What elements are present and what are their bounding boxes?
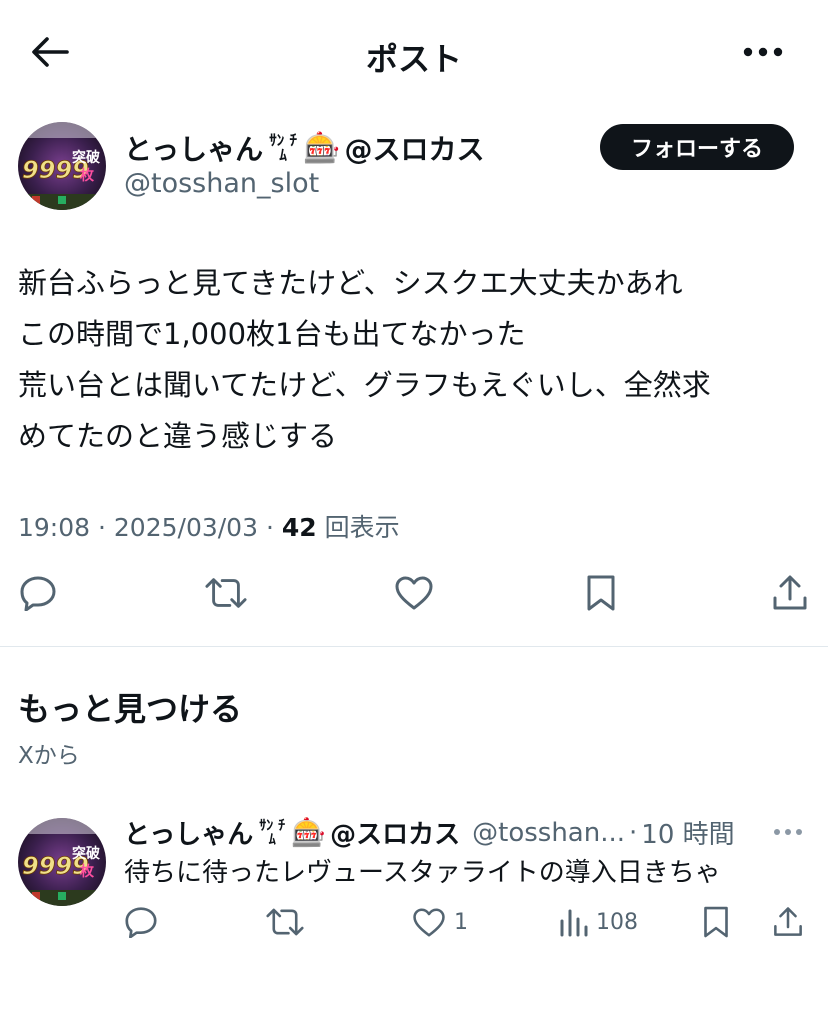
heart-icon <box>413 907 445 937</box>
separator: · <box>98 513 106 542</box>
name-badge: ｻﾝ ﾁﾑ <box>259 817 286 848</box>
related-post-header[interactable]: とっしゃん ｻﾝ ﾁﾑ 🎰 @スロカス @tosshan... · 10 時間 <box>124 814 735 851</box>
repost-icon <box>266 908 304 936</box>
post-text-line: 荒い台とは聞いてたけど、グラフもえぐいし、全然求 <box>18 368 711 402</box>
bookmark-icon <box>704 906 728 938</box>
related-post-text[interactable]: 待ちに待ったレヴュースタァライトの導入日きちゃ <box>124 852 721 889</box>
post-time[interactable]: 19:08 <box>18 513 90 542</box>
display-name-text: とっしゃん <box>124 820 254 850</box>
share-icon <box>774 907 802 936</box>
svg-text:突破: 突破 <box>72 845 100 862</box>
related-views-button[interactable]: 108 <box>558 902 638 942</box>
related-handle: @tosshan... <box>472 817 626 848</box>
more-horizontal-icon <box>743 47 783 57</box>
related-more-button[interactable] <box>770 820 806 844</box>
post-text: 新台ふらっと見てきたけど、シスクエ大丈夫かあれ この時間で1,000枚1台も出て… <box>18 258 808 462</box>
views-count: 42 <box>281 513 317 542</box>
related-reply-button[interactable] <box>124 902 158 942</box>
reply-icon <box>20 576 56 611</box>
display-name-suffix: @スロカス <box>344 133 485 166</box>
separator: · <box>629 817 638 848</box>
bookmark-icon <box>587 575 615 611</box>
display-name-suffix: @スロカス <box>330 820 461 850</box>
like-count: 1 <box>454 909 468 935</box>
display-name-text: とっしゃん <box>124 133 264 166</box>
bookmark-button[interactable] <box>580 572 622 614</box>
related-time: 10 時間 <box>641 820 735 850</box>
views-label: 回表示 <box>324 513 400 542</box>
page-title: ポスト <box>365 40 462 78</box>
avatar-image: 9999 突破 枚 <box>18 818 106 906</box>
post-date[interactable]: 2025/03/03 <box>114 513 258 542</box>
name-badge: ｻﾝ ﾁﾑ <box>269 131 298 164</box>
related-avatar[interactable]: 9999 突破 枚 <box>18 818 106 906</box>
views-count: 108 <box>596 909 638 935</box>
post-text-line: この時間で1,000枚1台も出てなかった <box>18 317 526 351</box>
post-metadata: 19:08 · 2025/03/03 · 42 回表示 <box>18 508 400 544</box>
more-horizontal-icon <box>774 829 802 835</box>
repost-button[interactable] <box>205 572 247 614</box>
top-bar: ポスト <box>0 0 828 104</box>
svg-text:枚: 枚 <box>80 167 95 184</box>
heart-icon <box>395 576 433 610</box>
display-name[interactable]: とっしゃん ｻﾝ ﾁﾑ 🎰 @スロカス <box>124 128 485 168</box>
reply-icon <box>125 907 157 938</box>
analytics-icon <box>560 909 588 937</box>
slot-machine-emoji: 🎰 <box>291 816 327 849</box>
like-button[interactable] <box>393 572 435 614</box>
reply-button[interactable] <box>17 572 59 614</box>
avatar-image: 9999 突破 枚 <box>18 122 106 210</box>
discover-subtitle: Xから <box>18 743 80 769</box>
avatar[interactable]: 9999 突破 枚 <box>18 122 106 210</box>
divider <box>0 646 828 647</box>
share-icon <box>773 575 807 610</box>
slot-machine-emoji: 🎰 <box>303 130 341 166</box>
svg-text:枚: 枚 <box>80 863 95 880</box>
discover-title: もっと見つける <box>18 690 243 728</box>
related-repost-button[interactable] <box>266 902 304 942</box>
user-handle[interactable]: @tosshan_slot <box>124 168 319 199</box>
separator: · <box>265 513 274 542</box>
repost-icon <box>205 578 247 608</box>
share-button[interactable] <box>769 572 811 614</box>
related-like-button[interactable]: 1 <box>412 902 468 942</box>
post-text-line: めてたのと違う感じする <box>18 419 338 453</box>
related-share-button[interactable] <box>772 902 804 942</box>
post-text-line: 新台ふらっと見てきたけど、シスクエ大丈夫かあれ <box>18 266 683 300</box>
related-bookmark-button[interactable] <box>702 902 730 942</box>
svg-text:突破: 突破 <box>72 149 100 166</box>
more-button[interactable] <box>738 34 788 70</box>
follow-button[interactable]: フォローする <box>600 124 794 170</box>
